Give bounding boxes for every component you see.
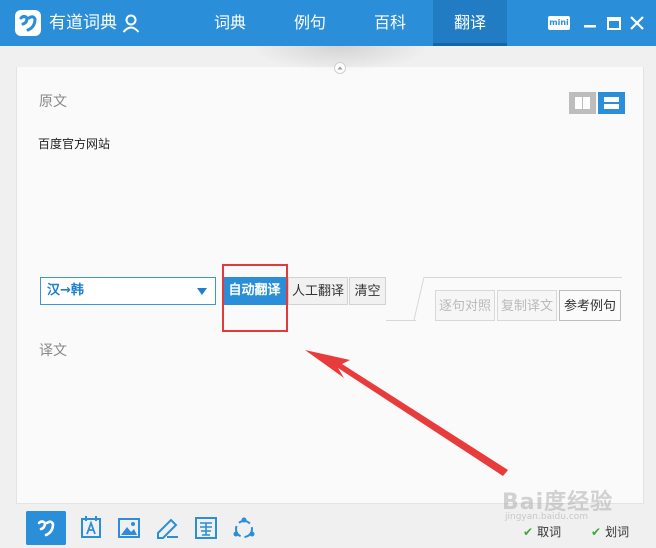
layout-toggle	[569, 92, 625, 114]
tab-encyclopedia[interactable]: 百科	[353, 0, 427, 46]
clear-button[interactable]: 清空	[349, 277, 386, 305]
minimize-icon[interactable]	[581, 13, 599, 33]
tab-examples[interactable]: 例句	[273, 0, 347, 46]
collapse-arrow-icon[interactable]	[332, 62, 348, 74]
mini-mode-button[interactable]: mini	[548, 16, 570, 30]
word-book-icon[interactable]	[78, 515, 104, 541]
side-by-side-layout-icon[interactable]	[569, 92, 596, 114]
sentence-compare-button[interactable]: 逐句对照	[435, 290, 495, 321]
title-bar: 有道词典 词典 例句 百科 翻译 mini	[0, 0, 656, 46]
language-select-value: 汉→韩	[47, 283, 84, 298]
language-select[interactable]: 汉→韩	[40, 277, 216, 305]
source-text-input[interactable]: 百度官方网站	[38, 135, 110, 152]
image-translate-icon[interactable]	[116, 515, 142, 541]
source-label: 原文	[39, 94, 67, 110]
annotation-highlight-box	[222, 264, 288, 332]
stacked-layout-icon[interactable]	[598, 92, 625, 114]
translate-tool-icon[interactable]	[193, 515, 219, 541]
tab-dictionary[interactable]: 词典	[193, 0, 267, 46]
watermark-url: jingyan.baidu.com	[505, 512, 589, 522]
target-label: 译文	[39, 343, 67, 359]
check-icon: ✔	[591, 525, 602, 539]
youdao-logo-icon	[15, 10, 41, 36]
sync-icon[interactable]	[231, 515, 257, 541]
copy-translation-button[interactable]: 复制译文	[497, 290, 557, 321]
check-icon: ✔	[523, 525, 534, 539]
close-icon[interactable]	[628, 13, 646, 33]
user-icon[interactable]	[121, 13, 141, 33]
select-word-toggle[interactable]: ✔ 划词	[591, 523, 629, 540]
app-title: 有道词典	[49, 13, 117, 33]
capture-word-toggle[interactable]: ✔ 取词	[523, 523, 561, 540]
dictionary-logo-icon[interactable]	[26, 511, 66, 545]
reference-examples-button[interactable]: 参考例句	[559, 290, 621, 321]
manual-translate-button[interactable]: 人工翻译	[288, 277, 348, 305]
toolbar-divider	[424, 277, 622, 278]
tab-translate[interactable]: 翻译	[433, 0, 507, 46]
select-word-label: 划词	[605, 525, 630, 539]
wordbook-pencil-icon[interactable]	[155, 515, 181, 541]
toolbar-divider	[413, 276, 425, 321]
maximize-icon[interactable]	[605, 13, 623, 33]
dropdown-arrow-icon	[197, 288, 207, 295]
capture-word-label: 取词	[537, 525, 562, 539]
